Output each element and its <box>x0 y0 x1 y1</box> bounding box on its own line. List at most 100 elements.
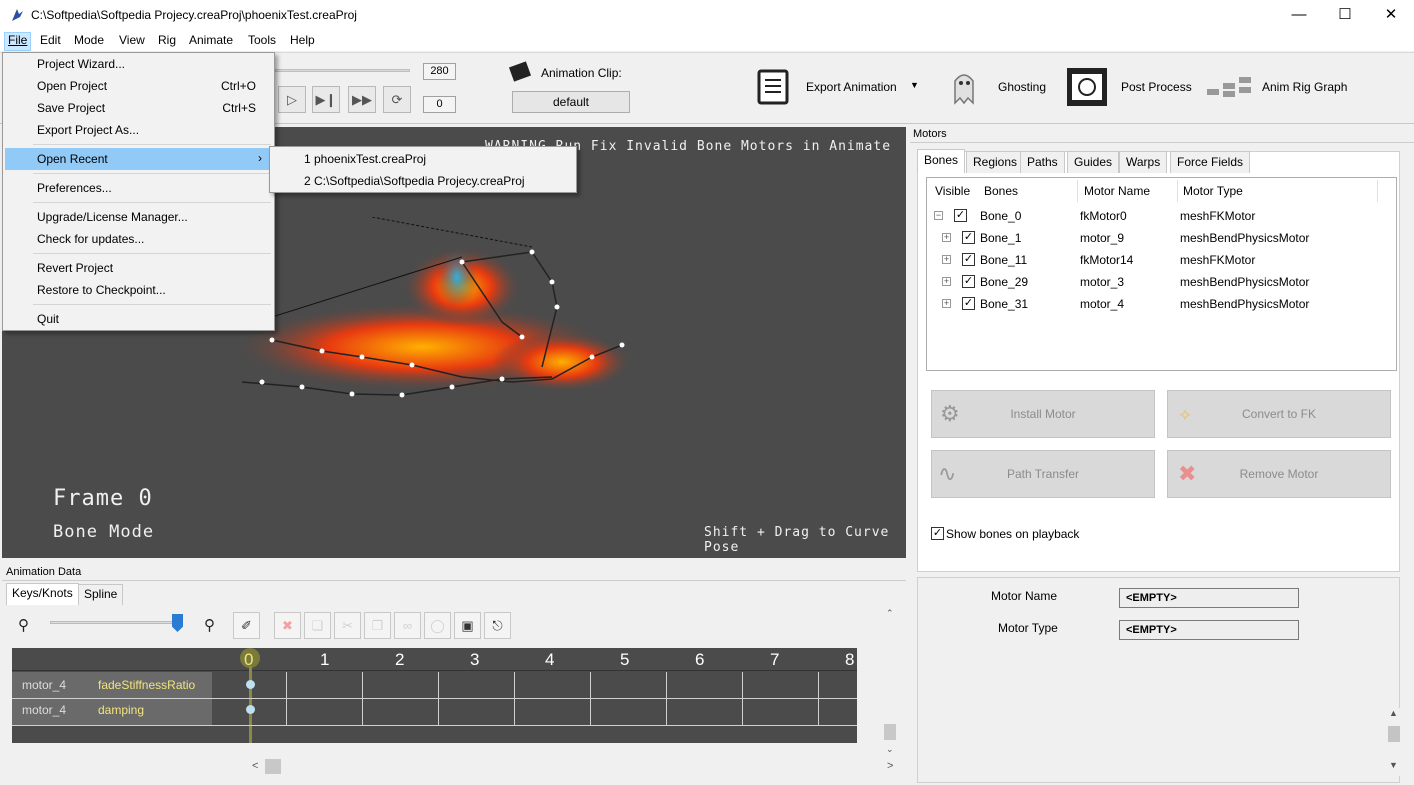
zoom-in-icon[interactable]: ⚲ <box>204 616 215 634</box>
column-header-bones[interactable]: Bones <box>984 184 1018 198</box>
convert-to-fk-button[interactable]: ✧ Convert to FK <box>1167 390 1391 438</box>
menu-revert-project[interactable]: Revert Project <box>37 261 113 275</box>
maximize-button[interactable]: ☐ <box>1322 0 1368 31</box>
scroll-thumb[interactable] <box>1388 726 1400 742</box>
menu-export-project-as[interactable]: Export Project As... <box>37 123 139 137</box>
menu-save-project[interactable]: Save Project <box>37 101 105 115</box>
visible-checkbox[interactable]: ✓ <box>962 231 975 244</box>
end-frame-field[interactable]: 280 <box>423 63 456 80</box>
menu-project-wizard[interactable]: Project Wizard... <box>37 57 125 71</box>
menu-upgrade-license[interactable]: Upgrade/License Manager... <box>37 210 188 224</box>
column-header-motor-name[interactable]: Motor Name <box>1084 184 1150 198</box>
zoom-slider-handle[interactable] <box>172 614 183 632</box>
current-frame-field[interactable]: 0 <box>423 96 456 113</box>
tab-warps[interactable]: Warps <box>1119 151 1168 173</box>
column-header-visible[interactable]: Visible <box>935 184 970 198</box>
scrollbar[interactable]: ▲ ▼ <box>1387 708 1401 776</box>
scroll-thumb[interactable] <box>884 724 896 740</box>
tab-regions[interactable]: Regions <box>966 151 1025 173</box>
tab-bones[interactable]: Bones <box>917 149 966 173</box>
cut-icon[interactable]: ✂ <box>334 612 361 639</box>
expand-icon[interactable]: + <box>942 277 951 286</box>
pin-icon[interactable]: ⎋ <box>484 612 511 639</box>
menu-view[interactable]: View <box>116 33 148 47</box>
tab-force-fields[interactable]: Force Fields <box>1170 151 1251 173</box>
scroll-left-icon[interactable]: < <box>252 760 258 772</box>
export-document-icon[interactable] <box>757 69 791 105</box>
timer-icon[interactable]: ◯ <box>424 612 451 639</box>
motor-name-field[interactable]: <EMPTY> <box>1119 588 1299 608</box>
horizontal-scrollbar[interactable]: < > <box>249 758 897 775</box>
copy-icon[interactable]: ❏ <box>304 612 331 639</box>
menu-animate[interactable]: Animate <box>186 33 236 47</box>
motor-type-field[interactable]: <EMPTY> <box>1119 620 1299 640</box>
post-process-button[interactable]: Post Process <box>1121 80 1192 94</box>
menu-open-project[interactable]: Open Project <box>37 79 107 93</box>
ghosting-button[interactable]: Ghosting <box>998 80 1046 94</box>
path-transfer-button[interactable]: ∿ Path Transfer <box>931 450 1155 498</box>
table-row[interactable]: + ✓ Bone_31 motor_4 meshBendPhysicsMotor <box>927 293 1396 315</box>
anim-rig-graph-button[interactable]: Anim Rig Graph <box>1262 80 1347 94</box>
keyframe-knot[interactable] <box>246 705 255 714</box>
scroll-down-icon[interactable]: ⌄ <box>886 744 894 755</box>
scroll-up-icon[interactable]: ⌃ <box>886 608 894 619</box>
table-row[interactable]: − ✓ Bone_0 fkMotor0 meshFKMotor <box>927 205 1396 227</box>
menu-help[interactable]: Help <box>287 33 318 47</box>
play-icon[interactable]: ▷ <box>278 86 306 113</box>
visible-checkbox[interactable]: ✓ <box>962 253 975 266</box>
animation-clip-select[interactable]: default <box>512 91 630 113</box>
visible-checkbox[interactable]: ✓ <box>954 209 967 222</box>
table-row[interactable]: + ✓ Bone_11 fkMotor14 meshFKMotor <box>927 249 1396 271</box>
skip-end-icon[interactable]: ▶▶ <box>348 86 376 113</box>
expand-icon[interactable]: + <box>942 255 951 264</box>
close-button[interactable]: ✕ <box>1368 0 1414 31</box>
visible-checkbox[interactable]: ✓ <box>962 275 975 288</box>
fit-view-icon[interactable]: ▣ <box>454 612 481 639</box>
remove-motor-button[interactable]: ✖ Remove Motor <box>1167 450 1391 498</box>
menu-preferences[interactable]: Preferences... <box>37 181 112 195</box>
zoom-slider[interactable] <box>50 621 178 624</box>
key-brush-icon[interactable]: ✐ <box>233 612 260 639</box>
scroll-thumb[interactable] <box>265 759 281 774</box>
menu-open-recent[interactable]: Open Recent › <box>5 148 272 170</box>
table-row[interactable]: + ✓ Bone_1 motor_9 meshBendPhysicsMotor <box>927 227 1396 249</box>
collapse-icon[interactable]: − <box>934 211 943 220</box>
keyframe-knot[interactable] <box>246 680 255 689</box>
playback-slider[interactable] <box>275 69 410 72</box>
expand-icon[interactable]: + <box>942 299 951 308</box>
loop-icon[interactable]: ⟳ <box>383 86 411 113</box>
scroll-down-icon[interactable]: ▼ <box>1389 760 1398 770</box>
zoom-out-icon[interactable]: ⚲ <box>18 616 29 634</box>
scroll-up-icon[interactable]: ▲ <box>1389 708 1398 718</box>
show-bones-checkbox[interactable]: ✓ <box>931 527 944 540</box>
delete-key-icon[interactable]: ✖ <box>274 612 301 639</box>
chevron-down-icon[interactable]: ▼ <box>910 80 919 90</box>
export-animation-button[interactable]: Export Animation <box>806 80 897 94</box>
visible-checkbox[interactable]: ✓ <box>962 297 975 310</box>
table-row[interactable]: + ✓ Bone_29 motor_3 meshBendPhysicsMotor <box>927 271 1396 293</box>
minimize-button[interactable]: — <box>1276 0 1322 31</box>
film-icon[interactable] <box>1066 67 1108 107</box>
menu-check-updates[interactable]: Check for updates... <box>37 232 144 246</box>
ghost-icon[interactable] <box>947 67 981 107</box>
paste-icon[interactable]: ❐ <box>364 612 391 639</box>
timeline[interactable]: 0 1 2 3 4 5 6 7 8 motor_4 fadeStiffnessR… <box>12 648 857 743</box>
menu-rig[interactable]: Rig <box>155 33 179 47</box>
expand-icon[interactable]: + <box>942 233 951 242</box>
tab-paths[interactable]: Paths <box>1020 151 1065 173</box>
scroll-right-icon[interactable]: > <box>887 760 893 772</box>
menu-mode[interactable]: Mode <box>71 33 107 47</box>
tab-keys-knots[interactable]: Keys/Knots <box>6 583 79 605</box>
link-icon[interactable]: ∞ <box>394 612 421 639</box>
tab-spline[interactable]: Spline <box>78 584 124 605</box>
tab-guides[interactable]: Guides <box>1067 151 1120 173</box>
recent-item[interactable]: 2 C:\Softpedia\Softpedia Projecy.creaPro… <box>304 174 525 188</box>
menu-restore-checkpoint[interactable]: Restore to Checkpoint... <box>37 283 166 297</box>
vertical-scrollbar[interactable]: ⌃ ⌄ <box>882 608 898 760</box>
rig-graph-icon[interactable] <box>1205 75 1253 99</box>
step-forward-icon[interactable]: ▶❙ <box>312 86 340 113</box>
menu-quit[interactable]: Quit <box>37 312 59 326</box>
menu-tools[interactable]: Tools <box>245 33 279 47</box>
recent-item[interactable]: 1 phoenixTest.creaProj <box>304 152 426 166</box>
menu-file[interactable]: File <box>4 32 32 51</box>
